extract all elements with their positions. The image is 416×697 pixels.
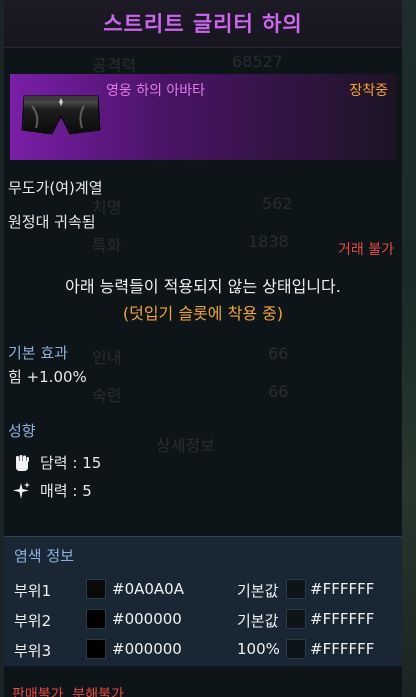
tendency-charm-label: 매력 : 5: [40, 482, 92, 500]
dye-pattern-hex: #FFFFFF: [310, 580, 375, 598]
item-tooltip: 공격력 68527 184583 기본 특성 치명 562 특화 1838 인내…: [4, 0, 402, 697]
equipped-status: 장착중: [349, 83, 388, 99]
dye-value: 100%: [237, 640, 280, 658]
tendency-courage-label: 담력 : 15: [40, 454, 102, 472]
item-grade: 영웅 하의 아바타: [106, 83, 206, 99]
dye-row: 부위3 #000000 100% #FFFFFF: [4, 637, 402, 663]
dye-info-title: 염색 정보: [14, 547, 74, 565]
ghost-text: 68527: [232, 52, 283, 71]
sell-restriction: 판매불가, 분해불가: [12, 687, 124, 697]
tendency-charm: 매력 : 5: [12, 480, 92, 501]
title-bar: 스트리트 글리터 하의: [4, 0, 402, 48]
dye-info-panel: 염색 정보 부위1 #0A0A0A 기본값 #FFFFFF 부위2 #00000…: [4, 536, 402, 666]
dye-color-hex: #000000: [112, 640, 182, 658]
ghost-text: 상세정보: [156, 436, 215, 455]
dye-pattern-swatch: [286, 639, 306, 659]
class-restriction: 무도가(여)계열: [8, 179, 103, 197]
inactive-notice: 아래 능력들이 적용되지 않는 상태입니다.: [65, 277, 341, 296]
dye-row: 부위2 #000000 기본값 #FFFFFF: [4, 607, 402, 633]
item-header: 영웅 하의 아바타 장착중: [10, 74, 396, 160]
ghost-text: 66: [268, 344, 289, 363]
dye-color-hex: #0A0A0A: [112, 580, 184, 598]
tendency-courage: 담력 : 15: [12, 452, 101, 473]
ghost-text: 특화: [92, 236, 122, 255]
tendency-title: 성향: [8, 422, 36, 440]
fist-icon: [16, 454, 29, 471]
sparkle-icon: [13, 481, 30, 499]
dye-part-label: 부위1: [14, 582, 52, 600]
ghost-text: 562: [262, 194, 293, 213]
ghost-text: 인내: [92, 348, 122, 367]
background-edge-right: [402, 0, 416, 697]
dye-pattern-hex: #FFFFFF: [310, 610, 375, 628]
dye-part-label: 부위2: [14, 612, 52, 630]
dye-pattern-hex: #FFFFFF: [310, 640, 375, 658]
bind-status: 원정대 귀속됨: [8, 213, 96, 231]
dye-value: 기본값: [237, 582, 279, 600]
dye-row: 부위1 #0A0A0A 기본값 #FFFFFF: [4, 577, 402, 603]
ghost-text: 66: [268, 382, 289, 401]
dye-pattern-swatch: [286, 579, 306, 599]
dye-color-hex: #000000: [112, 610, 182, 628]
overlay-slot-notice: (덧입기 슬롯에 착용 중): [122, 304, 284, 323]
basic-effect-title: 기본 효과: [8, 344, 68, 362]
ghost-text: 공격력: [92, 56, 137, 75]
dye-pattern-swatch: [286, 609, 306, 629]
black-leather-shorts-icon: [21, 95, 101, 135]
ghost-text: 숙련: [92, 386, 122, 405]
trade-status: 거래 불가: [338, 242, 394, 258]
dye-color-swatch: [86, 609, 106, 629]
basic-effect-stat: 힘 +1.00%: [8, 368, 87, 386]
dye-color-swatch: [86, 579, 106, 599]
item-title: 스트리트 글리터 하의: [103, 12, 303, 36]
dye-part-label: 부위3: [14, 642, 52, 660]
dye-value: 기본값: [237, 612, 279, 630]
dye-color-swatch: [86, 639, 106, 659]
ghost-text: 1838: [248, 232, 289, 251]
